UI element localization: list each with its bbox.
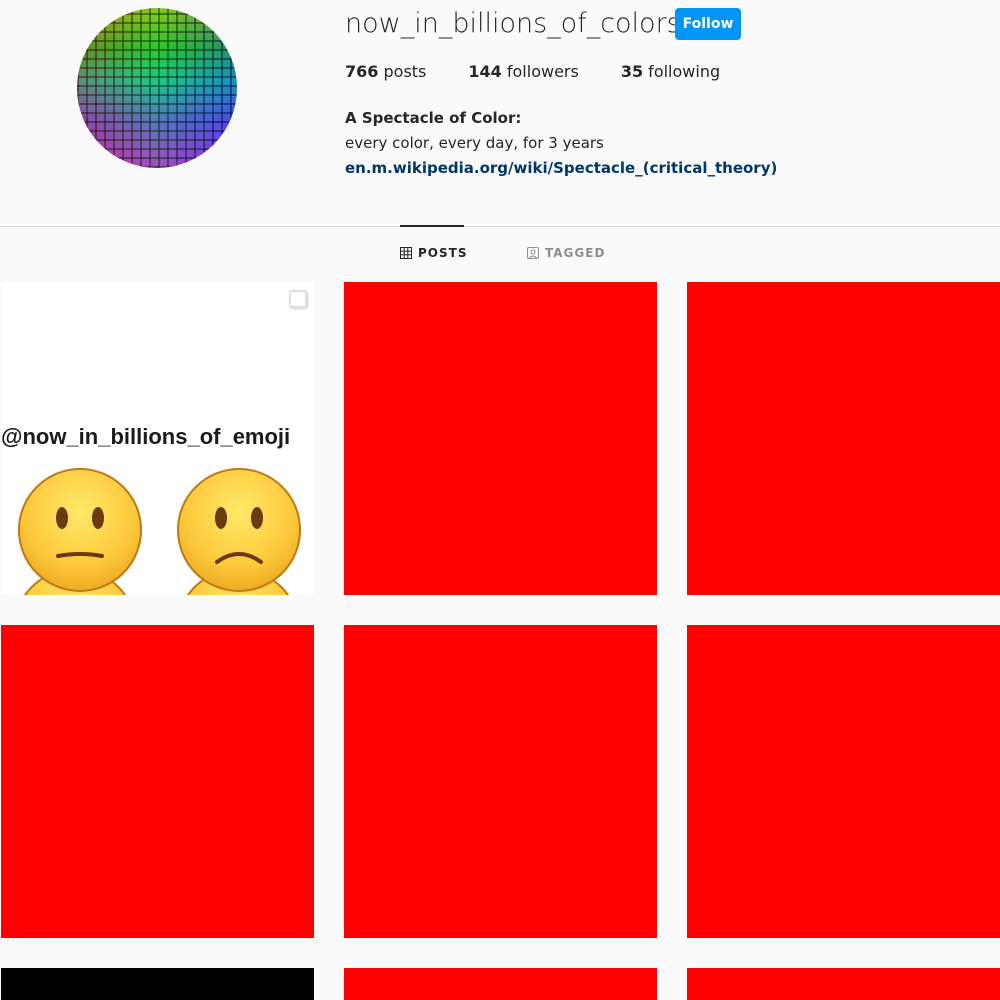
frown-emoji-icon [177,468,301,592]
post-thumbnail[interactable] [1,625,314,938]
post-thumbnail[interactable] [1,968,314,1000]
post-thumbnail[interactable] [344,625,657,938]
multi-post-icon [289,290,307,308]
profile-divider [0,226,1000,227]
tab-posts-label: POSTS [418,246,468,260]
followers-stat[interactable]: 144 followers [468,62,578,81]
tab-posts[interactable]: POSTS [400,246,467,260]
bio-text: every color, every day, for 3 years [345,134,604,152]
post-thumbnail[interactable] [687,625,1000,938]
posts-count-stat: 766 posts [345,62,426,81]
follow-button[interactable]: Follow [675,8,741,40]
following-count: 35 [620,62,644,81]
profile-username: now_in_billions_of_colors [345,8,681,39]
bio-link[interactable]: en.m.wikipedia.org/wiki/Spectacle_(criti… [345,159,777,177]
grid-icon [400,247,412,259]
posts-label: posts [378,62,427,81]
followers-label: followers [501,62,579,81]
following-label: following [643,62,721,81]
neutral-emoji-icon [18,468,142,592]
bio-title: A Spectacle of Color: [345,109,522,127]
active-tab-indicator [400,225,464,227]
post-thumbnail[interactable] [687,282,1000,595]
tab-tagged-label: TAGGED [545,246,606,260]
post-thumbnail[interactable] [344,968,657,1000]
post-thumbnail[interactable] [344,282,657,595]
profile-bio: A Spectacle of Color: every color, every… [345,106,777,181]
emoji-post-caption: @now_in_billions_of_emoji [1,424,291,449]
post-emoji-thumbnail[interactable]: @now_in_billions_of_emoji [1,282,314,595]
profile-stats: 766 posts 144 followers 35 following [345,62,762,81]
posts-count: 766 [345,62,379,81]
tab-tagged[interactable]: TAGGED [527,246,605,260]
post-thumbnail[interactable] [687,968,1000,1000]
followers-count: 144 [468,62,502,81]
following-stat[interactable]: 35 following [621,62,720,81]
profile-avatar[interactable] [77,8,237,168]
tagged-icon [527,247,539,259]
